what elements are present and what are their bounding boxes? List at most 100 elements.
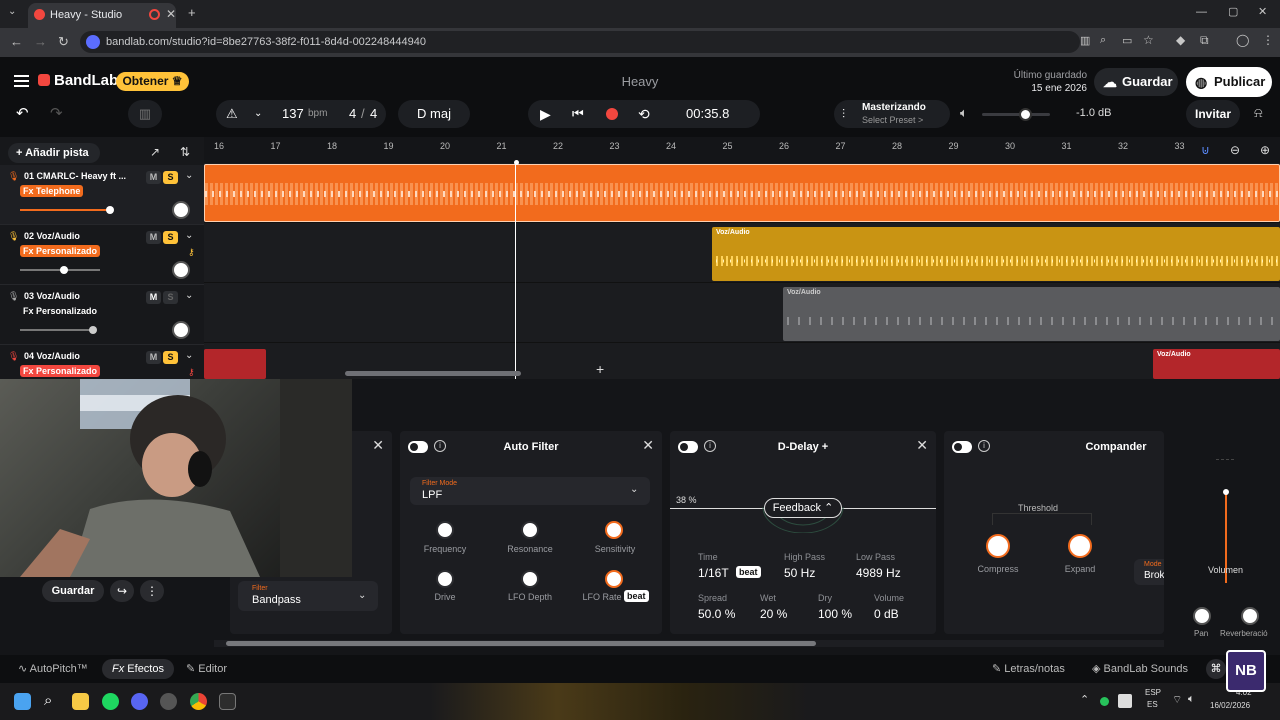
feedback-selector[interactable]: Feedback ⌃ bbox=[764, 498, 842, 518]
expand-knob[interactable] bbox=[1068, 534, 1092, 558]
compander-toggle[interactable] bbox=[952, 441, 972, 453]
spotify-icon[interactable] bbox=[102, 693, 119, 710]
share-icon[interactable]: ↪ bbox=[110, 580, 134, 602]
key-selector[interactable]: D maj bbox=[398, 100, 470, 128]
tray-status-icon[interactable] bbox=[1100, 697, 1109, 706]
effects-tab[interactable]: Fx Efectos bbox=[102, 659, 174, 679]
audio-clip-2[interactable]: Voz/Audio bbox=[712, 227, 1280, 281]
track-volume-thumb-2[interactable] bbox=[60, 266, 68, 274]
loop-icon[interactable]: ⟲ bbox=[638, 100, 650, 128]
close-effect-icon[interactable]: ✕ bbox=[372, 437, 384, 454]
close-tab-icon[interactable]: ✕ bbox=[166, 7, 176, 21]
minimize-window-icon[interactable]: — bbox=[1196, 6, 1207, 18]
shortcuts-icon[interactable]: ⌘ bbox=[1206, 659, 1226, 679]
url-field[interactable]: bandlab.com/studio?id=8be27763-38f2-f011… bbox=[80, 31, 1080, 53]
track-name-3[interactable]: 03 Voz/Audio bbox=[24, 291, 80, 301]
close-window-icon[interactable]: ✕ bbox=[1258, 5, 1267, 18]
terminal-icon[interactable] bbox=[219, 693, 236, 710]
effects-scrollbar-track[interactable] bbox=[214, 640, 1164, 647]
wifi-icon[interactable]: ⌔ bbox=[1172, 693, 1182, 707]
zoom-out-icon[interactable]: ⊖ bbox=[1230, 143, 1240, 157]
profile-icon[interactable]: ◯ bbox=[1236, 33, 1249, 47]
automation-key-icon[interactable]: ⚷ bbox=[188, 367, 195, 378]
resonance-knob[interactable] bbox=[521, 521, 539, 539]
lfo-depth-knob[interactable] bbox=[521, 570, 539, 588]
close-effect-icon[interactable]: ✕ bbox=[916, 437, 928, 454]
play-icon[interactable]: ▶ bbox=[540, 100, 551, 128]
new-tab-button[interactable]: + bbox=[188, 5, 196, 20]
browser-tab[interactable]: Heavy - Studio ✕ bbox=[28, 3, 176, 28]
bandlab-sounds-tab[interactable]: ◈ BandLab Sounds bbox=[1088, 659, 1198, 679]
snap-magnet-icon[interactable]: ⊍ bbox=[1201, 143, 1210, 157]
extensions-puzzle-icon[interactable]: ⧉ bbox=[1200, 33, 1209, 48]
restore-window-icon[interactable]: ▢ bbox=[1228, 5, 1238, 18]
volume-value[interactable]: 0 dB bbox=[874, 607, 899, 621]
mute-button-2[interactable]: M bbox=[146, 231, 161, 244]
extension-icon[interactable]: ◆ bbox=[1176, 33, 1185, 47]
track-header-3[interactable]: 🎙︎ 03 Voz/Audio M S ⌄ Fx Personalizado bbox=[0, 285, 204, 345]
track-name-2[interactable]: 02 Voz/Audio bbox=[24, 231, 80, 241]
editor-tab[interactable]: ✎ Editor bbox=[180, 659, 240, 679]
track-fx-badge-1[interactable]: Fx Telephone bbox=[20, 185, 84, 197]
solo-button-4[interactable]: S bbox=[163, 351, 178, 364]
track-volume-fader[interactable] bbox=[1206, 459, 1246, 583]
lowpass-value[interactable]: 4989 Hz bbox=[856, 566, 901, 580]
cam-save-button[interactable]: Guardar bbox=[42, 580, 104, 602]
tempo-control[interactable]: ⚠ ⌄ 137 bpm 4 / 4 bbox=[216, 100, 386, 128]
input-language[interactable]: ESP bbox=[1145, 688, 1161, 697]
mute-button-1[interactable]: M bbox=[146, 171, 161, 184]
tab-search-chevron-icon[interactable]: ⌄ bbox=[8, 6, 16, 17]
instruments-icon[interactable]: ▥ bbox=[128, 100, 162, 128]
track-fx-badge-2[interactable]: Fx Personalizado bbox=[20, 245, 101, 257]
clock-date[interactable]: 16/02/2026 bbox=[1210, 701, 1250, 710]
audio-clip-1[interactable] bbox=[204, 164, 1280, 222]
track-pan-knob-1[interactable] bbox=[172, 201, 190, 219]
tray-app-icon[interactable] bbox=[1118, 694, 1132, 708]
frequency-knob[interactable] bbox=[436, 521, 454, 539]
left-filter-select[interactable]: Filter Bandpass ⌄ bbox=[238, 581, 378, 611]
mute-button-4[interactable]: M bbox=[146, 351, 161, 364]
track-pan-knob-3[interactable] bbox=[172, 321, 190, 339]
lyrics-tab[interactable]: ✎ Letras/notas bbox=[986, 659, 1082, 679]
metronome-dropdown-icon[interactable]: ⌄ bbox=[254, 100, 262, 128]
file-explorer-icon[interactable] bbox=[72, 693, 89, 710]
skip-to-start-icon[interactable]: ⏮ bbox=[572, 100, 584, 128]
info-icon[interactable]: i bbox=[978, 440, 990, 452]
playhead-line[interactable] bbox=[515, 163, 516, 379]
track-fx-badge-4[interactable]: Fx Personalizado bbox=[20, 365, 101, 377]
track-lanes[interactable]: Voz/Audio Voz/Audio Voz/Audio + bbox=[204, 163, 1280, 379]
track-settings-icon[interactable]: ⇅ bbox=[180, 145, 190, 159]
track-header-4[interactable]: 🎙︎ 04 Voz/Audio M S ⌄ Fx Personalizado ⚷ bbox=[0, 345, 204, 379]
time-signature-numerator[interactable]: 4 bbox=[349, 100, 356, 128]
reader-mode-icon[interactable]: ▥ bbox=[1080, 34, 1090, 47]
track-name-1[interactable]: 01 CMARLC- Heavy ft ... bbox=[24, 171, 126, 181]
bookmark-star-icon[interactable]: ☆ bbox=[1143, 33, 1154, 47]
audio-clip-4b[interactable]: Voz/Audio bbox=[1153, 349, 1280, 379]
obs-icon[interactable] bbox=[160, 693, 177, 710]
track-fx-badge-3[interactable]: Fx Personalizado bbox=[20, 305, 100, 317]
invite-button[interactable]: Invitar bbox=[1186, 100, 1240, 128]
reload-icon[interactable]: ↻ bbox=[58, 34, 69, 50]
track-volume-thumb-3[interactable] bbox=[89, 326, 97, 334]
solo-button-3[interactable]: S bbox=[163, 291, 178, 304]
notifications-bell-icon[interactable]: ⍾ bbox=[1254, 105, 1263, 121]
time-value[interactable]: 1/16T bbox=[698, 566, 729, 580]
automation-icon[interactable]: ↗ bbox=[150, 145, 160, 159]
taskbar-search-icon[interactable]: ⌕ bbox=[44, 692, 52, 709]
compress-knob[interactable] bbox=[986, 534, 1010, 558]
track-expand-chevron-icon[interactable]: ⌄ bbox=[185, 170, 193, 181]
highpass-value[interactable]: 50 Hz bbox=[784, 566, 815, 580]
chrome-icon[interactable] bbox=[190, 693, 207, 710]
forward-icon[interactable]: → bbox=[34, 34, 47, 49]
lane-1[interactable] bbox=[204, 163, 1280, 223]
zoom-in-icon[interactable]: ⊕ bbox=[1260, 143, 1270, 157]
lfo-rate-beat-toggle[interactable]: beat bbox=[624, 590, 649, 602]
solo-button-2[interactable]: S bbox=[163, 231, 178, 244]
tempo-value[interactable]: 137 bbox=[282, 100, 304, 128]
windows-start-icon[interactable] bbox=[14, 693, 31, 710]
obtener-button[interactable]: Obtener ♕ bbox=[116, 72, 189, 91]
track-pan-knob-2[interactable] bbox=[172, 261, 190, 279]
save-button[interactable]: ☁ Guardar bbox=[1094, 68, 1178, 96]
lane-3[interactable]: Voz/Audio bbox=[204, 283, 1280, 343]
bandlab-logo[interactable]: BandLab bbox=[38, 72, 118, 89]
